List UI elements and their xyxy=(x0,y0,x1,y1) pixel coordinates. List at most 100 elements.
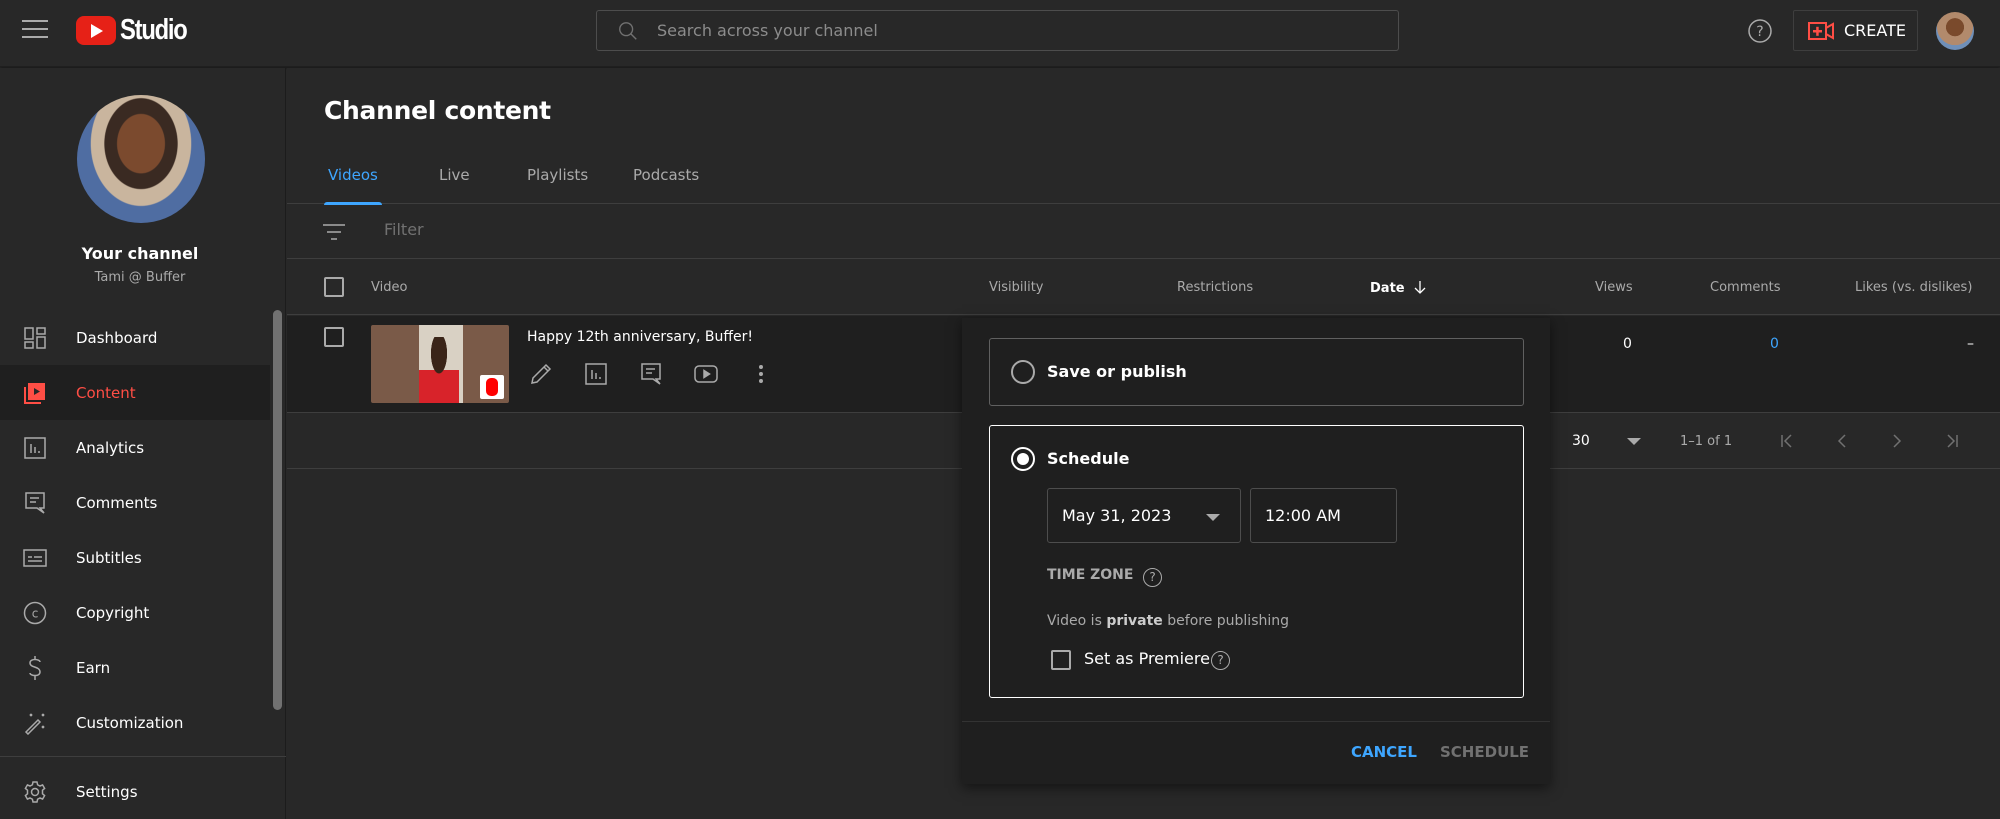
select-all-checkbox[interactable] xyxy=(324,277,344,297)
youtube-play-icon xyxy=(76,16,116,45)
tab-videos[interactable]: Videos xyxy=(324,148,382,205)
column-likes[interactable]: Likes (vs. dislikes) xyxy=(1855,280,1972,295)
last-page-button[interactable] xyxy=(1940,429,1964,453)
premiere-checkbox[interactable] xyxy=(1051,650,1071,670)
previous-page-button[interactable] xyxy=(1830,429,1854,453)
schedule-button[interactable]: SCHEDULE xyxy=(1440,743,1529,761)
shorts-icon xyxy=(480,375,504,399)
column-views[interactable]: Views xyxy=(1595,280,1633,295)
private-note: Video is private before publishing xyxy=(1047,613,1290,629)
column-date[interactable]: Date xyxy=(1370,280,1427,296)
sidebar-item-label: Customization xyxy=(76,713,184,732)
studio-logo[interactable]: Studio xyxy=(76,14,201,47)
save-or-publish-option[interactable]: Save or publish xyxy=(989,338,1524,406)
comments-button[interactable] xyxy=(637,360,665,388)
dialog-footer: CANCEL SCHEDULE xyxy=(962,721,1550,784)
last-page-icon xyxy=(1947,434,1958,448)
sidebar-item-settings[interactable]: Settings xyxy=(0,764,270,819)
sidebar-item-copyright[interactable]: c Copyright xyxy=(0,585,270,640)
sidebar-item-label: Earn xyxy=(76,658,111,677)
sidebar-item-label: Analytics xyxy=(76,438,145,457)
search-icon xyxy=(619,21,637,40)
view-on-youtube-button[interactable] xyxy=(692,360,720,388)
sidebar-item-dashboard[interactable]: Dashboard xyxy=(0,310,270,365)
sort-down-icon xyxy=(1414,281,1426,294)
help-button[interactable]: ? xyxy=(1747,18,1773,49)
visibility-dialog: Save or publish Schedule May 31, 2023 12… xyxy=(962,318,1550,784)
tab-playlists[interactable]: Playlists xyxy=(527,148,588,204)
sidebar: Your channel Tami @ Buffer Dashboard Con… xyxy=(0,68,286,819)
tab-podcasts[interactable]: Podcasts xyxy=(633,148,699,204)
sidebar-divider xyxy=(0,756,286,757)
gear-icon xyxy=(23,780,47,804)
comments-icon xyxy=(641,363,661,385)
premiere-help-icon[interactable]: ? xyxy=(1211,651,1230,670)
filter-icon[interactable] xyxy=(323,223,345,241)
svg-text:?: ? xyxy=(1756,24,1763,40)
edit-button[interactable] xyxy=(527,360,555,388)
sidebar-item-subtitles[interactable]: Subtitles xyxy=(0,530,270,585)
likes-value: – xyxy=(1967,336,1974,352)
comments-icon xyxy=(23,491,47,515)
filter-input[interactable] xyxy=(384,220,984,239)
channel-title: Your channel xyxy=(81,244,199,263)
top-bar: Studio ? CREATE xyxy=(0,0,2000,67)
search-box[interactable] xyxy=(596,10,1399,51)
video-title[interactable]: Happy 12th anniversary, Buffer! xyxy=(527,329,753,345)
dashboard-icon xyxy=(23,326,47,350)
channel-avatar[interactable] xyxy=(77,95,205,223)
chevron-left-icon xyxy=(1837,434,1846,448)
date-picker[interactable]: May 31, 2023 xyxy=(1047,488,1241,543)
magic-wand-icon xyxy=(23,711,47,735)
sidebar-item-content[interactable]: Content xyxy=(0,365,270,420)
rows-per-page-dropdown-icon[interactable] xyxy=(1627,438,1641,445)
sidebar-scrollbar[interactable] xyxy=(273,310,282,710)
create-label: CREATE xyxy=(1844,21,1906,40)
time-value: 12:00 AM xyxy=(1265,506,1341,525)
cancel-button[interactable]: CANCEL xyxy=(1351,743,1417,761)
analytics-icon xyxy=(585,363,607,385)
pencil-icon xyxy=(531,363,552,384)
channel-name: Tami @ Buffer xyxy=(94,270,186,285)
analytics-button[interactable] xyxy=(582,360,610,388)
filter-bar xyxy=(287,205,2000,259)
table-header: Video Visibility Restrictions Date Views… xyxy=(287,260,2000,315)
sidebar-item-label: Settings xyxy=(76,782,138,801)
create-button[interactable]: CREATE xyxy=(1793,10,1918,51)
content-icon xyxy=(23,381,47,405)
column-comments[interactable]: Comments xyxy=(1710,280,1780,295)
schedule-radio[interactable] xyxy=(1011,447,1035,471)
search-input[interactable] xyxy=(657,21,1357,40)
more-vert-icon xyxy=(759,365,763,383)
chevron-down-icon xyxy=(1206,514,1220,521)
subtitles-icon xyxy=(23,546,47,570)
next-page-button[interactable] xyxy=(1885,429,1909,453)
video-thumbnail[interactable] xyxy=(371,325,509,403)
first-page-icon xyxy=(1781,434,1792,448)
comments-count[interactable]: 0 xyxy=(1770,336,1779,352)
account-avatar[interactable] xyxy=(1936,12,1974,50)
copyright-icon: c xyxy=(23,601,47,625)
row-actions xyxy=(527,360,802,388)
sidebar-item-analytics[interactable]: Analytics xyxy=(0,420,270,475)
timezone-label: TIME ZONE xyxy=(1047,567,1134,583)
save-or-publish-label: Save or publish xyxy=(1047,362,1187,381)
column-visibility[interactable]: Visibility xyxy=(989,280,1043,295)
time-input[interactable]: 12:00 AM xyxy=(1250,488,1397,543)
sidebar-item-earn[interactable]: Earn xyxy=(0,640,270,695)
save-or-publish-radio[interactable] xyxy=(1011,360,1035,384)
timezone-help-icon[interactable]: ? xyxy=(1143,568,1162,587)
rows-per-page-value[interactable]: 30 xyxy=(1572,433,1590,449)
first-page-button[interactable] xyxy=(1775,429,1799,453)
menu-icon[interactable] xyxy=(22,20,48,40)
column-restrictions[interactable]: Restrictions xyxy=(1177,280,1253,295)
svg-text:c: c xyxy=(32,606,39,620)
sidebar-item-comments[interactable]: Comments xyxy=(0,475,270,530)
more-options-button[interactable] xyxy=(747,360,775,388)
views-count: 0 xyxy=(1623,336,1632,352)
tab-live[interactable]: Live xyxy=(439,148,470,204)
row-checkbox[interactable] xyxy=(324,327,344,347)
page-title: Channel content xyxy=(324,96,551,125)
column-date-label: Date xyxy=(1370,281,1405,296)
sidebar-item-customization[interactable]: Customization xyxy=(0,695,270,750)
